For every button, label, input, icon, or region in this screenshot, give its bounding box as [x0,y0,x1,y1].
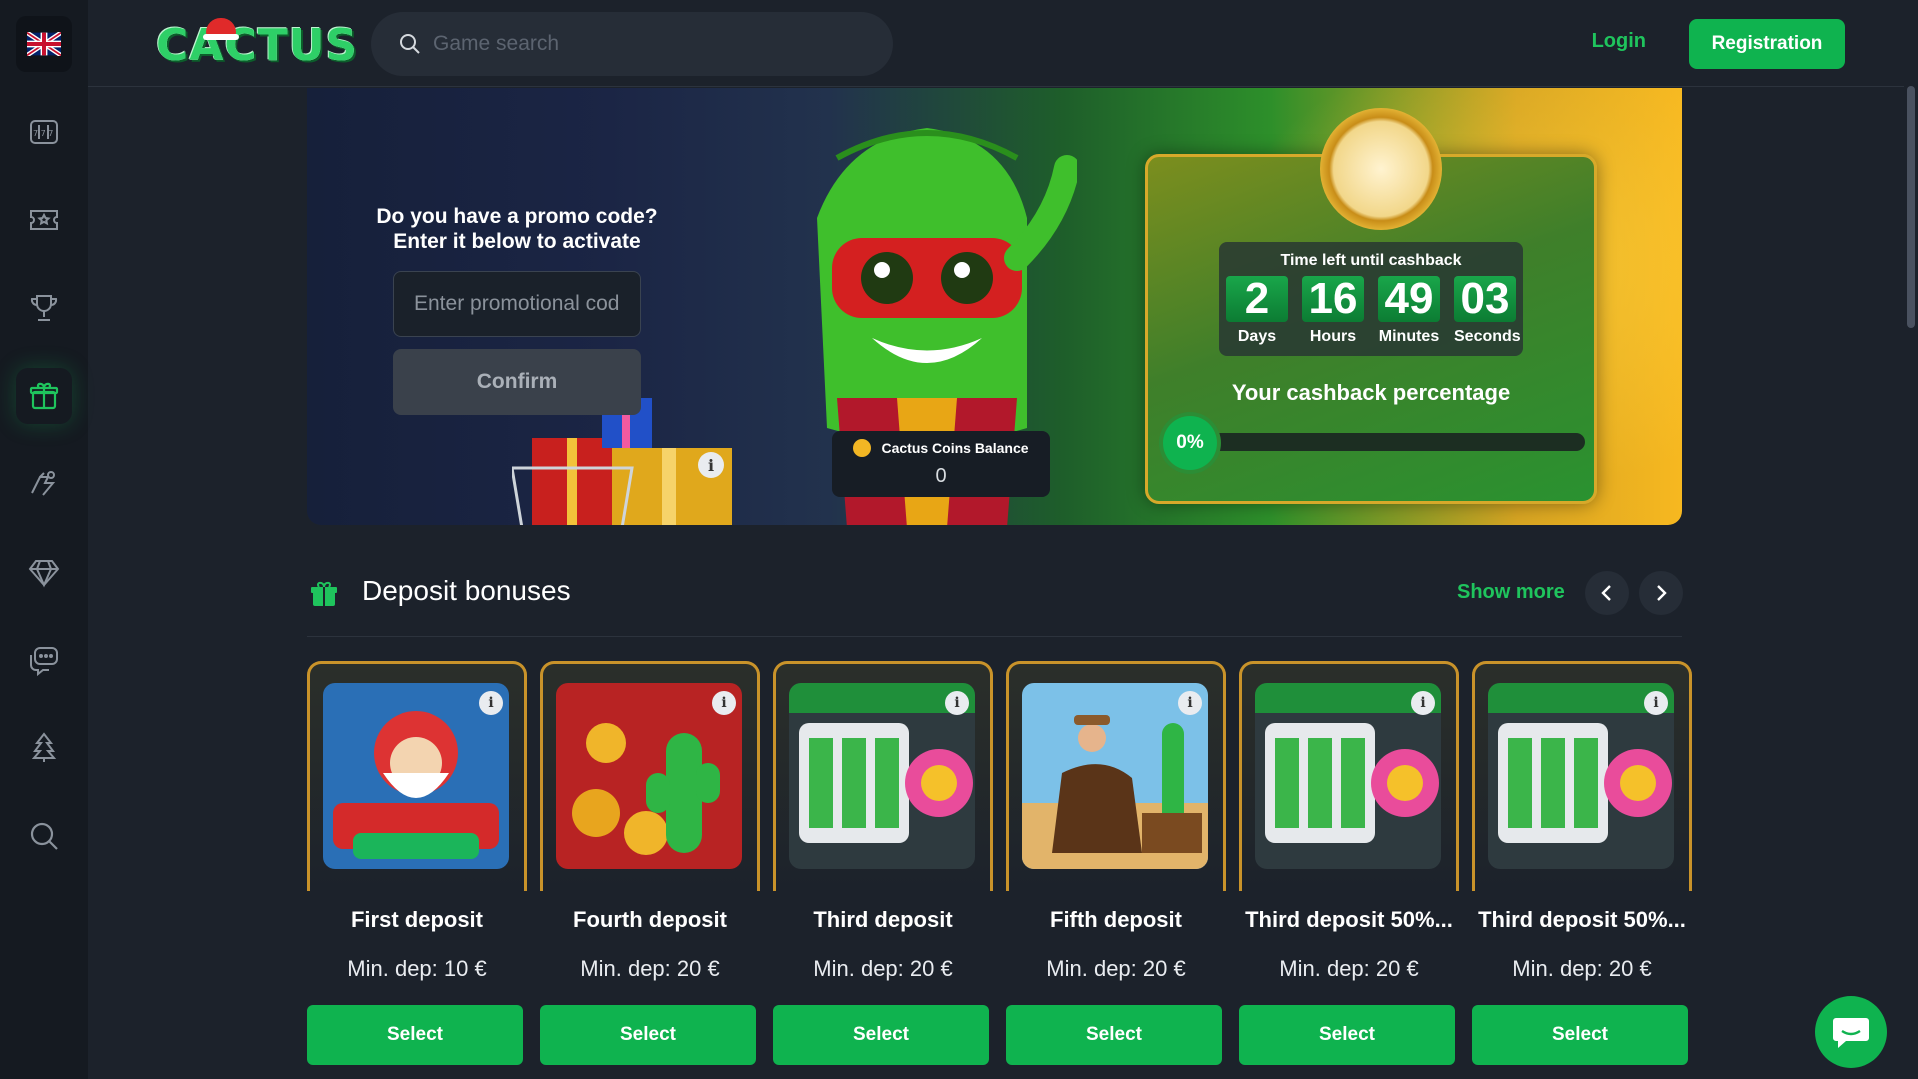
sport-icon [31,471,56,496]
prev-button[interactable] [1585,571,1629,615]
sidebar-item-tournaments[interactable] [16,280,72,336]
promo-code-input[interactable] [393,271,641,337]
login-link[interactable]: Login [1592,30,1646,53]
deposit-card: i First deposit Min. dep: 10 € Select [307,661,527,1065]
section-title: Deposit bonuses [362,575,571,606]
timer-days: 2 [1226,276,1288,322]
tree-icon [31,732,57,762]
language-selector[interactable] [16,16,72,72]
ticket-icon [30,210,58,230]
card-info-icon[interactable]: i [1644,691,1668,715]
chevron-left-icon [1601,585,1611,601]
slot-machine-icon: 7 7 7 [30,120,58,144]
card-info-icon[interactable]: i [1178,691,1202,715]
card-title: First deposit [350,907,483,932]
card-title: Third deposit 50%... [1245,907,1453,932]
card-title: Fifth deposit [1050,907,1182,932]
promo-banner: Do you have a promo code? Enter it below… [307,88,1682,525]
coins-label: Cactus Coins Balance [881,440,1029,456]
card-info-icon[interactable]: i [712,691,736,715]
card-info-icon[interactable]: i [1411,691,1435,715]
sidebar-item-search[interactable] [16,808,72,864]
search-icon [30,822,58,850]
card-min-deposit: Min. dep: 10 € [347,956,487,981]
sidebar: 7 7 7 [0,0,88,1079]
select-button[interactable]: Select [307,1005,523,1065]
site-logo[interactable]: CACTUS [156,20,358,71]
sidebar-item-vip[interactable] [16,544,72,600]
select-button[interactable]: Select [1239,1005,1455,1065]
deposit-card: i Fifth deposit Min. dep: 20 € Select [1006,661,1226,1065]
clock-illustration [1320,108,1442,230]
timer-hours: 16 [1302,276,1364,322]
card-min-deposit: Min. dep: 20 € [1046,956,1186,981]
card-title: Third deposit 50%... [1478,907,1686,932]
timer-minutes-label: Minutes [1378,328,1440,345]
confirm-button[interactable]: Confirm [393,349,641,415]
cashback-timer: Time left until cashback 2 Days 16 Hours 4… [1219,242,1523,356]
page-scrollbar[interactable] [1904,0,1918,1079]
cashback-progress-bar [1195,433,1585,451]
svg-text:7 7 7: 7 7 7 [33,129,53,138]
cashback-percent: 0% [1163,416,1217,470]
deposit-bonuses-header: Deposit bonuses Show more [307,565,1683,637]
search-icon [400,34,420,54]
cactus-coin-icon [853,439,872,457]
sidebar-item-support[interactable] [16,632,72,688]
search-input[interactable] [433,32,853,56]
chevron-right-icon [1657,585,1667,601]
timer-minutes: 49 [1378,276,1440,322]
timer-title: Time left until cashback [1280,252,1462,269]
chat-icon [30,647,58,677]
cashback-label: Your cashback percentage [1231,380,1511,405]
top-header: CACTUS Login Registration [88,0,1918,87]
timer-hours-label: Hours [1309,328,1357,345]
select-button[interactable]: Select [773,1005,989,1065]
select-button[interactable]: Select [1472,1005,1688,1065]
card-min-deposit: Min. dep: 20 € [580,956,720,981]
coins-info-icon[interactable]: i [698,452,724,478]
coins-value: 0 [935,465,947,487]
deposit-card: i Third deposit 50%... Min. dep: 20 € Se… [1239,661,1459,1065]
timer-days-label: Days [1237,328,1277,345]
card-min-deposit: Min. dep: 20 € [1279,956,1419,981]
card-info-icon[interactable]: i [479,691,503,715]
card-min-deposit: Min. dep: 20 € [1512,956,1652,981]
cactus-coins-balance: Cactus Coins Balance 0 [832,431,1050,497]
deposit-card: i Third deposit Min. dep: 20 € Select [773,661,993,1065]
diamond-icon [28,560,60,588]
sidebar-item-sports[interactable] [16,456,72,512]
timer-seconds-label: Seconds [1454,328,1521,345]
game-search[interactable] [371,12,893,76]
gift-icon [311,581,337,606]
select-button[interactable]: Select [1006,1005,1222,1065]
uk-flag-icon [27,32,61,56]
card-title: Fourth deposit [573,907,727,932]
show-more-link[interactable]: Show more [1457,581,1565,604]
sidebar-item-live-casino[interactable] [16,192,72,248]
deposit-card: i Third deposit 50%... Min. dep: 20 € Se… [1472,661,1692,1065]
chat-bubble-icon [1833,1018,1869,1048]
scrollbar-thumb[interactable] [1907,86,1915,328]
registration-button[interactable]: Registration [1689,19,1845,69]
card-min-deposit: Min. dep: 20 € [813,956,953,981]
promo-title: Do you have a promo code? Enter it below… [376,205,658,253]
card-info-icon[interactable]: i [945,691,969,715]
next-button[interactable] [1639,571,1683,615]
sidebar-item-slots[interactable]: 7 7 7 [16,104,72,160]
sidebar-item-christmas[interactable] [16,720,72,776]
sidebar-item-bonuses[interactable] [16,368,72,424]
timer-seconds: 03 [1454,276,1516,322]
select-button[interactable]: Select [540,1005,756,1065]
live-chat-button[interactable] [1815,996,1887,1068]
card-title: Third deposit [813,907,953,932]
deposit-card: i Fourth deposit Min. dep: 20 € Select [540,661,760,1065]
gift-icon [29,382,59,410]
trophy-icon [30,295,58,321]
